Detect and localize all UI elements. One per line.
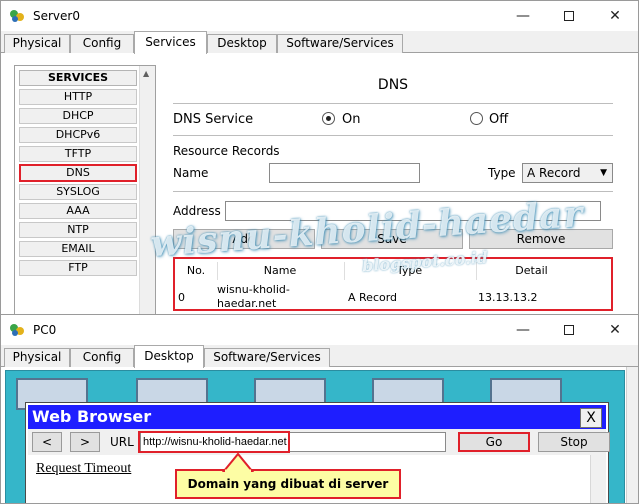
- chevron-down-icon: ▼: [600, 168, 607, 178]
- service-item-dhcpv6[interactable]: DHCPv6: [19, 127, 137, 143]
- pc0-titlebar[interactable]: PC0 — ✕: [1, 315, 638, 345]
- divider: [173, 135, 613, 136]
- url-input[interactable]: http://wisnu-kholid-haedar.net: [140, 432, 446, 452]
- type-select-value: A Record: [527, 166, 581, 180]
- name-label: Name: [173, 166, 209, 180]
- service-item-ntp[interactable]: NTP: [19, 222, 137, 238]
- server0-titlebar[interactable]: Server0 — ✕: [1, 1, 638, 31]
- tab-desktop[interactable]: Desktop: [134, 345, 204, 368]
- cell-type: A Record: [348, 291, 398, 304]
- tab-desktop[interactable]: Desktop: [207, 34, 277, 53]
- packet-tracer-icon: [10, 324, 24, 336]
- maximize-button[interactable]: [546, 315, 592, 345]
- column-header-detail: Detail: [476, 262, 586, 280]
- type-label: Type: [488, 166, 516, 180]
- browser-toolbar: < > URL http://wisnu-kholid-haedar.net G…: [28, 429, 610, 455]
- callout-arrow-icon: [221, 452, 255, 472]
- dns-off-label: Off: [489, 112, 509, 127]
- browser-close-button[interactable]: X: [580, 408, 602, 428]
- name-input[interactable]: [269, 163, 420, 183]
- service-item-email[interactable]: EMAIL: [19, 241, 137, 257]
- server0-window: Server0 — ✕ Physical Config Services Des…: [0, 0, 639, 318]
- services-heading: SERVICES: [19, 70, 137, 86]
- column-header-name: Name: [217, 262, 342, 280]
- save-button[interactable]: Save: [321, 229, 463, 249]
- tab-software-services[interactable]: Software/Services: [277, 34, 403, 53]
- service-item-http[interactable]: HTTP: [19, 89, 137, 105]
- remove-button[interactable]: Remove: [469, 229, 613, 249]
- window-title: Server0: [33, 9, 80, 23]
- stop-button[interactable]: Stop: [538, 432, 610, 452]
- close-button[interactable]: ✕: [592, 315, 638, 345]
- go-button[interactable]: Go: [458, 432, 530, 452]
- services-list: ▲ SERVICES HTTP DHCP DHCPv6 TFTP DNS SYS…: [14, 65, 156, 317]
- dns-service-label: DNS Service: [173, 112, 254, 127]
- close-button[interactable]: ✕: [592, 1, 638, 31]
- cell-name-line2: haedar.net: [217, 297, 277, 310]
- tab-physical[interactable]: Physical: [4, 348, 70, 367]
- address-input[interactable]: [225, 201, 601, 221]
- dns-off-radio[interactable]: [470, 112, 483, 125]
- desktop-scrollbar[interactable]: [626, 367, 638, 503]
- tab-services[interactable]: Services: [134, 31, 207, 54]
- dns-on-label: On: [342, 112, 361, 127]
- service-item-tftp[interactable]: TFTP: [19, 146, 137, 162]
- browser-scrollbar[interactable]: [590, 455, 606, 503]
- maximize-button[interactable]: [546, 1, 592, 31]
- add-button[interactable]: Add: [173, 229, 315, 249]
- back-button[interactable]: <: [32, 432, 62, 452]
- packet-tracer-icon: [10, 10, 24, 22]
- forward-button[interactable]: >: [70, 432, 100, 452]
- dns-heading: DNS: [377, 77, 409, 93]
- service-item-syslog[interactable]: SYSLOG: [19, 184, 137, 200]
- resource-records-table: No. Name Type Detail 0 wisnu-kholid- hae…: [173, 257, 613, 311]
- services-scrollbar[interactable]: ▲: [139, 66, 155, 317]
- tab-config[interactable]: Config: [70, 348, 134, 367]
- service-item-ftp[interactable]: FTP: [19, 260, 137, 276]
- service-item-dns[interactable]: DNS: [19, 164, 137, 182]
- resource-records-label: Resource Records: [173, 144, 280, 158]
- tab-config[interactable]: Config: [70, 34, 134, 53]
- service-item-dhcp[interactable]: DHCP: [19, 108, 137, 124]
- dns-on-radio[interactable]: [322, 112, 335, 125]
- column-header-no: No.: [186, 264, 206, 277]
- web-browser-titlebar: Web Browser X: [28, 405, 606, 429]
- service-item-aaa[interactable]: AAA: [19, 203, 137, 219]
- annotation-callout: Domain yang dibuat di server: [175, 469, 401, 499]
- cell-no: 0: [178, 291, 185, 304]
- minimize-button[interactable]: —: [500, 1, 546, 31]
- divider: [173, 191, 613, 192]
- type-select[interactable]: A Record ▼: [522, 163, 613, 183]
- pc-tab-bar: Physical Config Desktop Software/Service…: [1, 345, 638, 368]
- tab-physical[interactable]: Physical: [4, 34, 70, 53]
- address-label: Address: [173, 204, 221, 218]
- url-label: URL: [110, 435, 134, 449]
- cell-name-line1: wisnu-kholid-: [217, 283, 290, 296]
- request-timeout-text: Request Timeout: [36, 461, 132, 476]
- window-title: PC0: [33, 323, 57, 337]
- tab-software-services[interactable]: Software/Services: [204, 348, 330, 367]
- server-tab-bar: Physical Config Services Desktop Softwar…: [1, 31, 638, 54]
- minimize-button[interactable]: —: [500, 315, 546, 345]
- web-browser-title: Web Browser: [32, 407, 152, 426]
- divider: [173, 103, 613, 104]
- cell-detail: 13.13.13.2: [478, 291, 538, 304]
- services-content: ▲ SERVICES HTTP DHCP DHCPv6 TFTP DNS SYS…: [1, 53, 638, 317]
- column-header-type: Type: [344, 262, 474, 280]
